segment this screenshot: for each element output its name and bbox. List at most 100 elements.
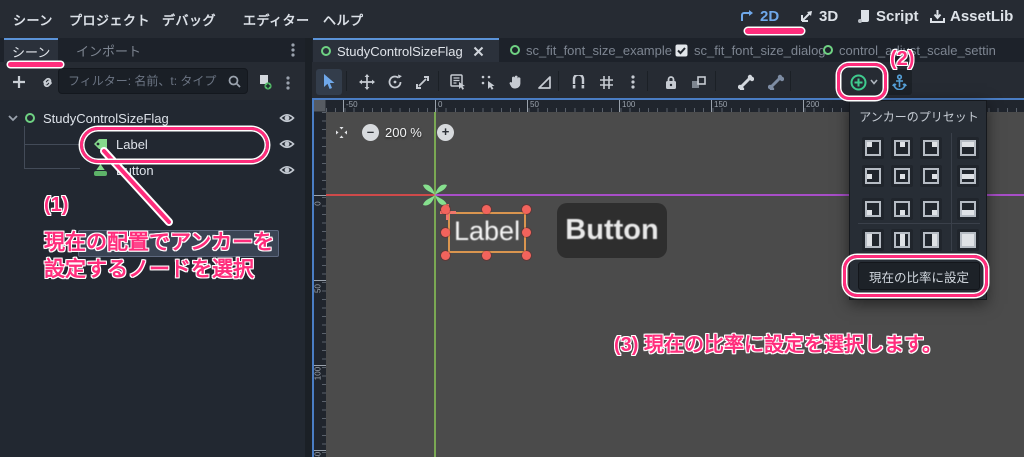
ruler-tool-button[interactable] (531, 69, 557, 95)
scene-tab-4[interactable]: control_adjust_scale_settin (815, 38, 1024, 62)
anchor-presets-title: アンカーのプリセット (859, 110, 979, 124)
dots-menu-icon (631, 75, 635, 89)
2d-icon (741, 10, 753, 21)
visibility-icon[interactable] (279, 110, 295, 126)
center-view-icon (336, 127, 347, 138)
annotation-step2-number: (2) (890, 48, 915, 70)
menu-help[interactable]: ヘルプ (323, 10, 364, 29)
move-tool-button[interactable] (354, 69, 380, 95)
ruler-corner (314, 100, 326, 112)
zoom-level[interactable]: 200 % (385, 125, 422, 140)
skeleton-options-button[interactable] (763, 69, 789, 95)
mode-2d[interactable]: 2D (740, 8, 779, 25)
scene-tab-2[interactable]: sc_fit_font_size_example (502, 38, 680, 62)
preset-full-rect[interactable] (957, 229, 979, 251)
preset-vcenter-wide[interactable] (957, 165, 979, 187)
tree-menu-icon[interactable] (286, 76, 290, 90)
list-select-icon (450, 74, 465, 90)
mode-assetlib[interactable]: AssetLib (930, 8, 1013, 25)
select-tool-button[interactable] (316, 69, 342, 95)
label-control[interactable]: Label (448, 212, 526, 253)
snap-points-icon (481, 75, 495, 90)
scale-tool-button[interactable] (409, 69, 435, 95)
preset-left-wide[interactable] (862, 229, 884, 251)
resize-handle[interactable] (441, 228, 450, 237)
collapse-caret-icon[interactable] (8, 113, 18, 123)
mode-script[interactable]: Script (857, 8, 919, 25)
resize-handle[interactable] (441, 251, 450, 260)
preset-bottom-left[interactable] (862, 198, 884, 220)
preset-bottom-center[interactable] (891, 198, 913, 220)
tab-scene[interactable]: シーン (4, 38, 59, 62)
visibility-icon[interactable] (279, 136, 295, 152)
scene-filter-input[interactable] (58, 68, 248, 94)
pan-tool-button[interactable] (502, 69, 528, 95)
grid-snap-button[interactable] (593, 69, 619, 95)
anchor-icon (891, 74, 907, 90)
menu-project[interactable]: プロジェクト (69, 10, 150, 29)
menu-debug[interactable]: デバッグ (162, 10, 216, 29)
preset-center[interactable] (891, 165, 913, 187)
dock-menu-icon[interactable] (291, 43, 295, 57)
resize-handle[interactable] (482, 205, 491, 214)
scene-dock-tabbar: シーン インポート (0, 38, 305, 62)
menu-scene[interactable]: シーン (13, 10, 53, 29)
ruler-label: 100 (314, 365, 326, 380)
ruler-label: 50 (527, 100, 539, 112)
plus-icon (13, 76, 25, 88)
position-tool-button[interactable] (475, 69, 501, 95)
list-select-tool-button[interactable] (445, 69, 471, 95)
search-icon (228, 75, 241, 88)
skeleton-bone-button[interactable] (733, 69, 759, 95)
rotate-tool-button[interactable] (382, 69, 408, 95)
snap-options-menu-button[interactable] (620, 69, 646, 95)
preset-bottom-wide[interactable] (957, 198, 979, 220)
button-control[interactable]: Button (557, 203, 667, 258)
rotate-icon (388, 74, 402, 89)
preset-center-left[interactable] (862, 165, 884, 187)
preset-right-wide[interactable] (920, 229, 942, 251)
preset-top-center[interactable] (891, 137, 913, 159)
attach-script-button[interactable] (251, 69, 277, 95)
center-view-button[interactable] (332, 123, 351, 142)
annotation-circle-ratio-button (843, 255, 988, 297)
scene-tab-3[interactable]: sc_fit_font_size_dialog (667, 38, 834, 62)
zoom-in-button[interactable]: + (437, 124, 454, 141)
resize-handle[interactable] (522, 228, 531, 237)
preset-top-right[interactable] (920, 137, 942, 159)
visibility-icon[interactable] (279, 162, 295, 178)
tab-import[interactable]: インポート (68, 38, 149, 62)
script-add-icon (260, 75, 272, 90)
add-node-button[interactable] (6, 69, 32, 95)
preset-top-wide[interactable] (957, 137, 979, 159)
ruler-label: 150 (711, 100, 727, 112)
checked-script-icon (675, 44, 688, 56)
preset-top-left[interactable] (862, 137, 884, 159)
ruler-label: 100 (619, 100, 635, 112)
resize-handle[interactable] (522, 205, 531, 214)
button-node-icon (94, 164, 107, 176)
vertical-ruler: 0 50 100 150 (314, 112, 326, 457)
resize-handle[interactable] (522, 251, 531, 260)
dock-splitter[interactable] (305, 38, 312, 457)
preset-hcenter-wide[interactable] (891, 229, 913, 251)
label-control-text: Label (454, 216, 521, 246)
control-node-icon (25, 113, 35, 123)
menu-separator (858, 223, 980, 224)
group-object-button[interactable] (686, 69, 712, 95)
zoom-out-button[interactable]: – (362, 124, 379, 141)
preset-center-right[interactable] (920, 165, 942, 187)
scene-tab-active[interactable]: StudyControlSizeFlag (313, 38, 499, 62)
lock-object-button[interactable] (658, 69, 684, 95)
close-icon[interactable] (473, 46, 484, 57)
scene-tabbar: StudyControlSizeFlag sc_fit_font_size_ex… (312, 38, 1024, 62)
resize-handle[interactable] (482, 251, 491, 260)
menu-editor[interactable]: エディター (243, 10, 310, 29)
anchor-mode-button[interactable] (886, 69, 912, 95)
resize-handle[interactable] (441, 205, 450, 214)
mode-3d[interactable]: 3D (799, 8, 838, 25)
bone-icon (738, 74, 754, 90)
instance-scene-button[interactable] (34, 69, 60, 95)
smart-snap-button[interactable] (565, 69, 591, 95)
preset-bottom-right[interactable] (920, 198, 942, 220)
